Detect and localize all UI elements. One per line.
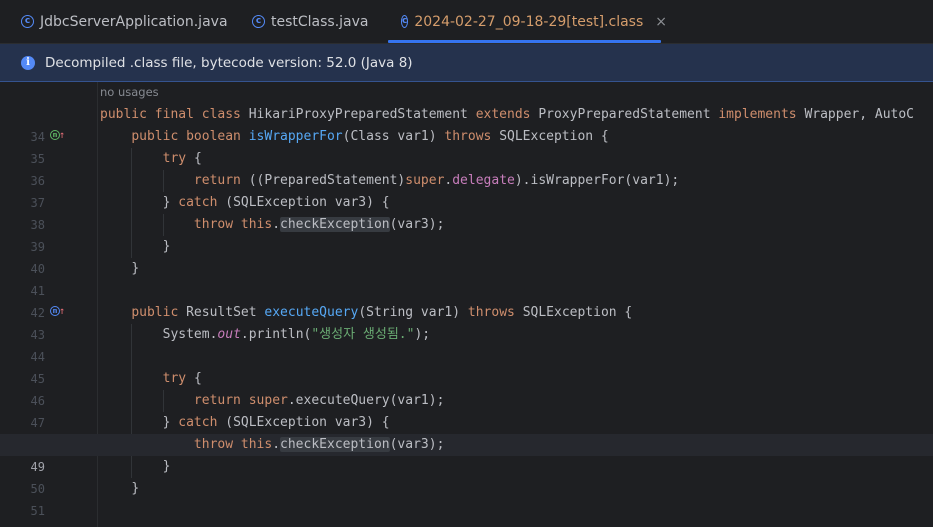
code-line[interactable]: 41 } [0,258,933,298]
active-tab-indicator [388,40,661,43]
code-text: } [162,239,171,254]
code-line[interactable]: 45 [0,346,933,386]
code-text: throw this.checkException(var3); [193,437,445,452]
code-line[interactable]: 50 } [0,456,933,496]
code-text: try { [162,371,202,386]
java-class-icon: c [21,15,34,28]
code-line[interactable]: 34 public final class HikariProxyPrepare… [0,104,933,144]
close-tab-icon[interactable]: × [655,14,667,30]
tab-label: JdbcServerApplication.java [40,13,228,30]
code-text: } [131,481,140,496]
tab-label: testClass.java [271,13,369,30]
decompiled-notice-banner: i Decompiled .class file, bytecode versi… [0,44,933,82]
code-text: System.out.println("생성자 생성됨."); [162,327,431,342]
code-line-current[interactable]: 49 throw this.checkException(var3); [0,434,933,474]
code-text: public final class HikariProxyPreparedSt… [100,107,915,122]
code-text: public boolean isWrapperFor(Class var1) … [131,129,609,144]
code-text: return super.executeQuery(var1); [193,393,445,408]
code-text: try { [162,151,202,166]
code-line[interactable]: 47 return super.executeQuery(var1); [0,390,933,430]
tab-decompiled-class[interactable]: c 2024-02-27_09-18-29[test].class × [388,0,667,43]
code-line[interactable]: 51 } [0,478,933,518]
code-line[interactable]: 46 try { [0,368,933,408]
line-number: 52 [0,522,45,527]
code-line[interactable]: 48 } catch (SQLException var3) { [0,412,933,452]
code-line[interactable]: 43 m ↑ public ResultSet executeQuery(Stri… [0,302,933,342]
code-line[interactable]: 36 try { [0,148,933,188]
code-line[interactable]: 37 return ((PreparedStatement)super.dele… [0,170,933,210]
tab-test-class[interactable]: c testClass.java [252,0,369,43]
java-class-icon: c [252,15,265,28]
tab-jdbc-server-application[interactable]: c JdbcServerApplication.java [21,0,228,43]
banner-text: Decompiled .class file, bytecode version… [45,54,413,71]
code-line[interactable]: 52 [0,500,933,527]
code-line[interactable]: 44 System.out.println("생성자 생성됨."); [0,324,933,364]
code-text: } catch (SQLException var3) { [162,415,390,430]
editor-tab-bar: c JdbcServerApplication.java c testClass… [0,0,933,44]
override-method-icon[interactable]: m ↑ [50,130,65,142]
code-text: throw this.checkException(var3); [193,217,445,232]
code-line[interactable]: 42 [0,280,933,320]
code-line[interactable]: 38 } catch (SQLException var3) { [0,192,933,232]
code-text: } catch (SQLException var3) { [162,195,390,210]
code-text: return ((PreparedStatement)super.delegat… [193,173,680,188]
code-text: } [162,459,171,474]
info-icon: i [21,55,35,70]
code-line[interactable]: 35 m ↑ public boolean isWrapperFor(Class … [0,126,933,166]
code-line[interactable]: 40 } [0,236,933,276]
tab-label: 2024-02-27_09-18-29[test].class [414,13,644,30]
code-text: } [131,261,140,276]
usage-hint: no usages [100,85,159,99]
code-line[interactable]: 39 throw this.checkException(var3); [0,214,933,254]
java-class-icon: c [401,15,409,28]
override-method-icon[interactable]: m ↑ [50,306,65,318]
code-text: public ResultSet executeQuery(String var… [131,305,633,320]
code-editor[interactable]: no usages 34 public final class HikariPr… [0,82,933,527]
